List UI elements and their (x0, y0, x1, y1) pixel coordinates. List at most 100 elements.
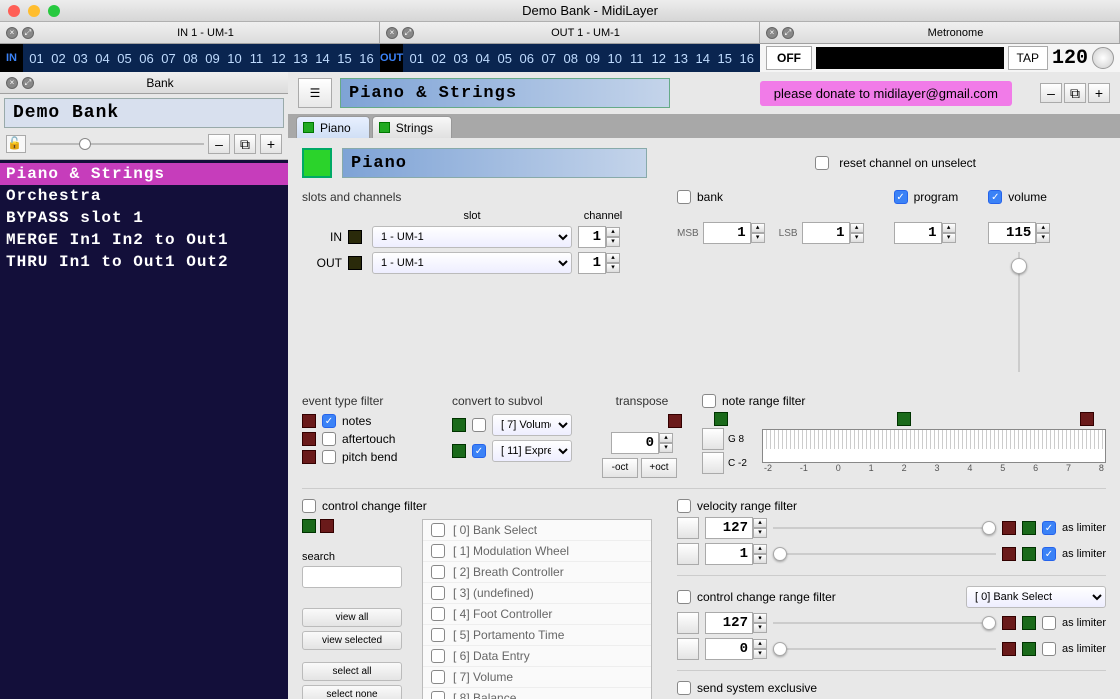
cc-item[interactable]: [ 1] Modulation Wheel (423, 541, 651, 562)
in-channel-field[interactable]: 1 (578, 226, 606, 248)
select-none-button[interactable]: select none (302, 685, 402, 699)
channel-13[interactable]: 13 (290, 51, 311, 66)
preset-item[interactable]: Orchestra (0, 185, 288, 207)
element-enable-square[interactable] (302, 148, 332, 178)
stepper[interactable]: ▴▾ (942, 223, 956, 243)
tab-piano[interactable]: Piano (296, 116, 370, 138)
duplicate-button[interactable]: ⧉ (234, 134, 256, 154)
expand-icon[interactable]: ⤢ (22, 27, 34, 39)
program-field[interactable]: 1 (894, 222, 942, 244)
keyboard-range[interactable] (762, 429, 1106, 463)
expand-icon[interactable]: ⤢ (782, 27, 794, 39)
tap-button[interactable]: TAP (1008, 46, 1048, 70)
close-icon[interactable] (8, 5, 20, 17)
stepper[interactable]: ▴▾ (753, 518, 767, 538)
ccrange-checkbox[interactable] (677, 590, 691, 604)
stepper[interactable]: ▴▾ (659, 433, 673, 453)
tempo-knob[interactable] (1092, 47, 1114, 69)
bank-checkbox[interactable] (677, 190, 691, 204)
ccmin-slider[interactable] (773, 641, 996, 657)
plus-oct-button[interactable]: +oct (641, 458, 677, 478)
minus-oct-button[interactable]: -oct (602, 458, 638, 478)
msb-field[interactable]: 1 (703, 222, 751, 244)
cc-item[interactable]: [ 6] Data Entry (423, 646, 651, 667)
velmax-field[interactable]: 127 (705, 517, 753, 539)
keyboard-pick-icon[interactable] (702, 452, 724, 474)
channel-10[interactable]: 10 (604, 51, 625, 66)
close-icon[interactable]: × (6, 27, 18, 39)
velmin-slider[interactable] (773, 546, 996, 562)
channel-13[interactable]: 13 (670, 51, 691, 66)
aslimiter-checkbox[interactable] (1042, 547, 1056, 561)
noterange-checkbox[interactable] (702, 394, 716, 408)
channel-16[interactable]: 16 (356, 51, 377, 66)
preset-item[interactable]: Piano & Strings (0, 163, 288, 185)
sliders-icon[interactable]: ☰ (298, 78, 332, 108)
aftertouch-checkbox[interactable] (322, 432, 336, 446)
close-icon[interactable]: × (386, 27, 398, 39)
stepper[interactable]: ▴▾ (753, 544, 767, 564)
convert2-checkbox[interactable] (472, 444, 486, 458)
out-channel-field[interactable]: 1 (578, 252, 606, 274)
channel-07[interactable]: 07 (538, 51, 559, 66)
notes-checkbox[interactable] (322, 414, 336, 428)
channel-10[interactable]: 10 (224, 51, 245, 66)
aslimiter-checkbox[interactable] (1042, 642, 1056, 656)
channel-05[interactable]: 05 (494, 51, 515, 66)
zoom-icon[interactable] (48, 5, 60, 17)
channel-05[interactable]: 05 (114, 51, 135, 66)
volume-slider[interactable] (1010, 252, 1028, 372)
preset-item[interactable]: MERGE In1 In2 to Out1 (0, 229, 288, 251)
convert1-checkbox[interactable] (472, 418, 486, 432)
ccfilter-checkbox[interactable] (302, 499, 316, 513)
channel-01[interactable]: 01 (26, 51, 47, 66)
program-checkbox[interactable] (894, 190, 908, 204)
sysex-checkbox[interactable] (677, 681, 691, 695)
preset-item[interactable]: THRU In1 to Out1 Out2 (0, 251, 288, 273)
add-button[interactable]: + (1088, 83, 1110, 103)
minimize-icon[interactable] (28, 5, 40, 17)
lock-icon[interactable]: 🔓 (6, 135, 26, 153)
channel-01[interactable]: 01 (406, 51, 427, 66)
lsb-field[interactable]: 1 (802, 222, 850, 244)
channel-08[interactable]: 08 (560, 51, 581, 66)
velrange-checkbox[interactable] (677, 499, 691, 513)
slider-pick-icon[interactable] (677, 612, 699, 634)
reset-channel-checkbox[interactable] (815, 156, 829, 170)
channel-02[interactable]: 02 (48, 51, 69, 66)
view-all-button[interactable]: view all (302, 608, 402, 627)
channel-03[interactable]: 03 (70, 51, 91, 66)
stepper[interactable]: ▴▾ (606, 253, 620, 273)
cc-item-checkbox[interactable] (431, 523, 445, 537)
cc-item-checkbox[interactable] (431, 544, 445, 558)
cc-item[interactable]: [ 4] Foot Controller (423, 604, 651, 625)
ccrange-select[interactable]: [ 0] Bank Select (966, 586, 1106, 608)
channel-09[interactable]: 09 (202, 51, 223, 66)
cc-item[interactable]: [ 8] Balance (423, 688, 651, 699)
cc-item-checkbox[interactable] (431, 670, 445, 684)
stepper[interactable]: ▴▾ (850, 223, 864, 243)
cc-item[interactable]: [ 5] Portamento Time (423, 625, 651, 646)
preset-item[interactable]: BYPASS slot 1 (0, 207, 288, 229)
velmin-field[interactable]: 1 (705, 543, 753, 565)
cc-item[interactable]: [ 0] Bank Select (423, 520, 651, 541)
metronome-off-button[interactable]: OFF (766, 46, 812, 70)
stepper[interactable]: ▴▾ (606, 227, 620, 247)
remove-button[interactable]: – (208, 134, 230, 154)
tab-strings[interactable]: Strings (372, 116, 452, 138)
add-button[interactable]: + (260, 134, 282, 154)
convert2-select[interactable]: [ 11] Express (492, 440, 572, 462)
ccmax-slider[interactable] (773, 615, 996, 631)
stepper[interactable]: ▴▾ (753, 639, 767, 659)
bank-slider[interactable] (30, 136, 204, 152)
channel-15[interactable]: 15 (334, 51, 355, 66)
stepper[interactable]: ▴▾ (1036, 223, 1050, 243)
close-icon[interactable]: × (6, 77, 18, 89)
cc-list[interactable]: [ 0] Bank Select[ 1] Modulation Wheel[ 2… (422, 519, 652, 699)
channel-14[interactable]: 14 (312, 51, 333, 66)
velmax-slider[interactable] (773, 520, 996, 536)
channel-04[interactable]: 04 (472, 51, 493, 66)
cc-item-checkbox[interactable] (431, 649, 445, 663)
close-icon[interactable]: × (766, 27, 778, 39)
channel-14[interactable]: 14 (692, 51, 713, 66)
